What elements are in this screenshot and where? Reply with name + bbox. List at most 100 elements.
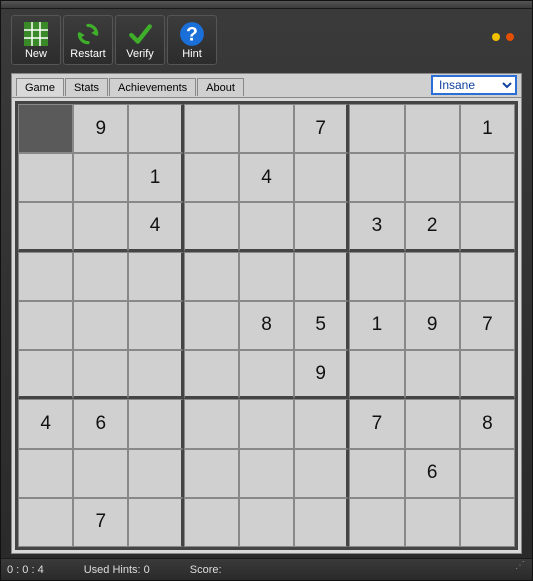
sudoku-cell[interactable]: [128, 104, 183, 153]
sudoku-cell[interactable]: 9: [294, 350, 349, 399]
sudoku-cell[interactable]: 8: [460, 399, 515, 448]
sudoku-cell[interactable]: [239, 498, 294, 547]
sudoku-cell[interactable]: [184, 350, 239, 399]
sudoku-cell[interactable]: [18, 350, 73, 399]
sudoku-cell[interactable]: [349, 498, 404, 547]
sudoku-cell[interactable]: [73, 252, 128, 301]
tab-achievements[interactable]: Achievements: [109, 78, 196, 96]
sudoku-cell[interactable]: [349, 153, 404, 202]
sudoku-cell[interactable]: [128, 498, 183, 547]
sudoku-cell[interactable]: [349, 449, 404, 498]
hint-button[interactable]: ? Hint: [167, 15, 217, 65]
difficulty-select[interactable]: Insane: [431, 75, 517, 95]
resize-grip[interactable]: ⋰: [512, 563, 526, 577]
sudoku-cell[interactable]: [405, 104, 460, 153]
sudoku-cell[interactable]: 8: [239, 301, 294, 350]
sudoku-cell[interactable]: [73, 153, 128, 202]
status-timer: 0 : 0 : 4: [7, 564, 44, 576]
sudoku-cell[interactable]: [184, 449, 239, 498]
sudoku-cell[interactable]: [18, 301, 73, 350]
sudoku-cell[interactable]: 9: [405, 301, 460, 350]
sudoku-cell[interactable]: [239, 104, 294, 153]
sudoku-cell[interactable]: [18, 202, 73, 251]
sudoku-cell[interactable]: [405, 153, 460, 202]
close-dot[interactable]: [506, 33, 514, 41]
sudoku-cell[interactable]: [460, 350, 515, 399]
sudoku-cell[interactable]: [18, 153, 73, 202]
sudoku-cell[interactable]: 6: [405, 449, 460, 498]
sudoku-cell[interactable]: [184, 153, 239, 202]
minimize-dot[interactable]: [492, 33, 500, 41]
sudoku-cell[interactable]: [294, 252, 349, 301]
sudoku-cell[interactable]: [128, 301, 183, 350]
sudoku-cell[interactable]: 2: [405, 202, 460, 251]
sudoku-cell[interactable]: [128, 399, 183, 448]
sudoku-cell[interactable]: [349, 252, 404, 301]
sudoku-cell[interactable]: [294, 202, 349, 251]
sudoku-cell[interactable]: [184, 399, 239, 448]
sudoku-cell[interactable]: [184, 202, 239, 251]
sudoku-cell[interactable]: [184, 104, 239, 153]
titlebar[interactable]: [1, 1, 532, 9]
sudoku-cell[interactable]: [349, 104, 404, 153]
sudoku-cell[interactable]: 9: [73, 104, 128, 153]
sudoku-cell[interactable]: [460, 498, 515, 547]
sudoku-cell[interactable]: [294, 153, 349, 202]
restart-button[interactable]: Restart: [63, 15, 113, 65]
sudoku-cell[interactable]: 7: [460, 301, 515, 350]
sudoku-cell[interactable]: [128, 449, 183, 498]
sudoku-cell[interactable]: 1: [460, 104, 515, 153]
sudoku-cell[interactable]: [18, 498, 73, 547]
sudoku-cell[interactable]: [239, 252, 294, 301]
sudoku-cell[interactable]: [349, 350, 404, 399]
tab-stats[interactable]: Stats: [65, 78, 108, 96]
tab-about[interactable]: About: [197, 78, 244, 96]
sudoku-cell[interactable]: [73, 350, 128, 399]
sudoku-cell[interactable]: [239, 399, 294, 448]
sudoku-cell[interactable]: [460, 252, 515, 301]
sudoku-cell[interactable]: 1: [349, 301, 404, 350]
sudoku-cell[interactable]: [239, 350, 294, 399]
sudoku-cell[interactable]: [239, 202, 294, 251]
sudoku-cell[interactable]: [128, 252, 183, 301]
tab-game[interactable]: Game: [16, 78, 64, 96]
check-icon: [127, 21, 153, 47]
sudoku-cell[interactable]: [128, 350, 183, 399]
sudoku-cell[interactable]: 4: [128, 202, 183, 251]
verify-button[interactable]: Verify: [115, 15, 165, 65]
sudoku-cell[interactable]: [239, 449, 294, 498]
sudoku-cell[interactable]: [73, 449, 128, 498]
sudoku-cell[interactable]: [184, 252, 239, 301]
sudoku-cell[interactable]: [460, 202, 515, 251]
sudoku-cell[interactable]: 5: [294, 301, 349, 350]
content-area: New Restart: [1, 9, 532, 558]
sudoku-cell[interactable]: [294, 399, 349, 448]
sudoku-cell[interactable]: 1: [128, 153, 183, 202]
sudoku-cell[interactable]: [294, 449, 349, 498]
sudoku-cell[interactable]: 3: [349, 202, 404, 251]
sudoku-cell[interactable]: 7: [73, 498, 128, 547]
sudoku-cell[interactable]: [405, 252, 460, 301]
sudoku-cell[interactable]: [294, 498, 349, 547]
sudoku-cell[interactable]: [73, 301, 128, 350]
sudoku-cell[interactable]: [18, 449, 73, 498]
sudoku-cell[interactable]: 4: [18, 399, 73, 448]
sudoku-cell[interactable]: 7: [294, 104, 349, 153]
sudoku-cell[interactable]: [184, 498, 239, 547]
sudoku-cell[interactable]: [405, 399, 460, 448]
sudoku-cell[interactable]: [18, 252, 73, 301]
new-button[interactable]: New: [11, 15, 61, 65]
sudoku-cell[interactable]: [460, 449, 515, 498]
sudoku-cell[interactable]: [460, 153, 515, 202]
sudoku-cell[interactable]: [184, 301, 239, 350]
new-button-label: New: [25, 48, 47, 60]
sudoku-cell[interactable]: 7: [349, 399, 404, 448]
sudoku-cell[interactable]: [73, 202, 128, 251]
sudoku-cell[interactable]: [405, 350, 460, 399]
sudoku-cell[interactable]: [405, 498, 460, 547]
verify-button-label: Verify: [126, 48, 154, 60]
sudoku-cell[interactable]: [18, 104, 73, 153]
sudoku-cell[interactable]: 4: [239, 153, 294, 202]
status-bar: 0 : 0 : 4 Used Hints: 0 Score: ⋰: [1, 558, 532, 580]
sudoku-cell[interactable]: 6: [73, 399, 128, 448]
